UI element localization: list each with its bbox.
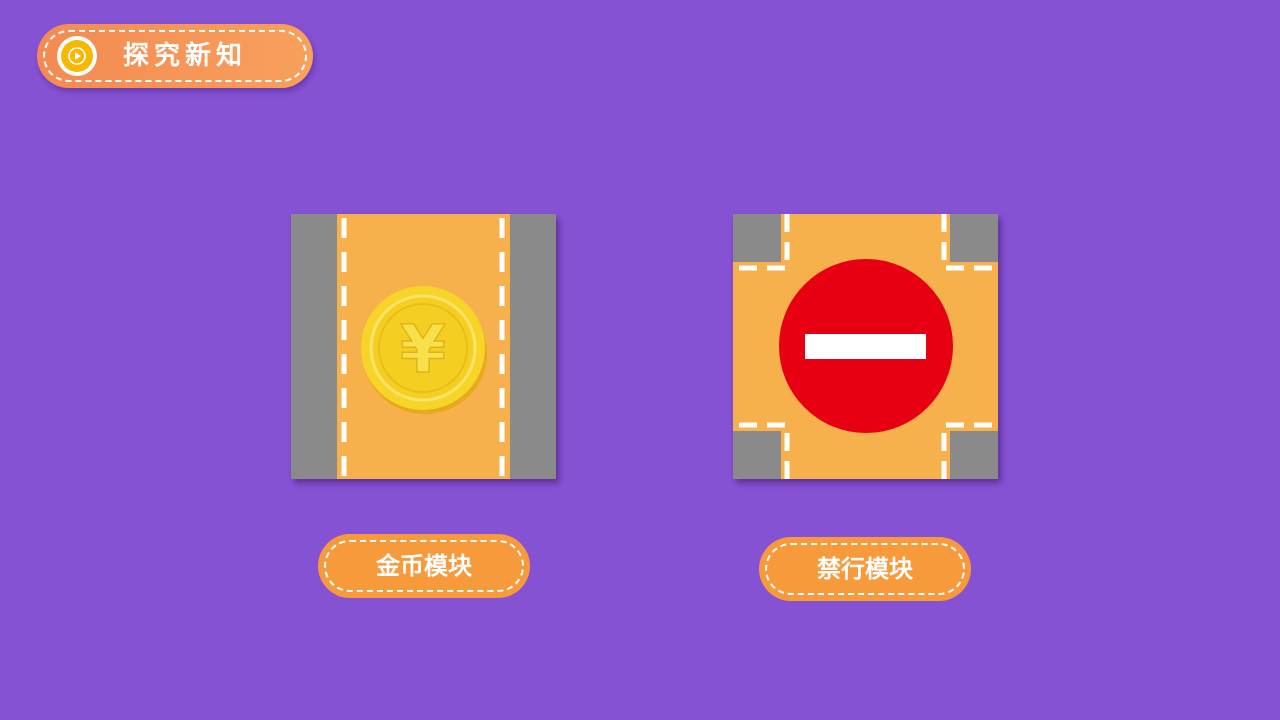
coin-road-graphic: ¥ [291,214,556,479]
no-entry-icon [779,259,953,433]
coin-label-text: 金币模块 [376,552,472,580]
no-entry-tile[interactable] [733,214,998,479]
intersection-graphic [733,214,998,479]
play-icon[interactable] [57,36,97,76]
slide: 探究新知 ¥ 金币模块 禁行模块 [0,0,1280,720]
no-entry-tile-label[interactable]: 禁行模块 [759,537,971,601]
coin-tile-label[interactable]: 金币模块 [318,534,530,598]
header-title: 探究新知 [123,41,248,71]
yen-symbol: ¥ [400,311,446,388]
no-entry-label-text: 禁行模块 [817,555,913,583]
section-header[interactable]: 探究新知 [37,24,313,88]
coin-tile[interactable]: ¥ [291,214,556,479]
